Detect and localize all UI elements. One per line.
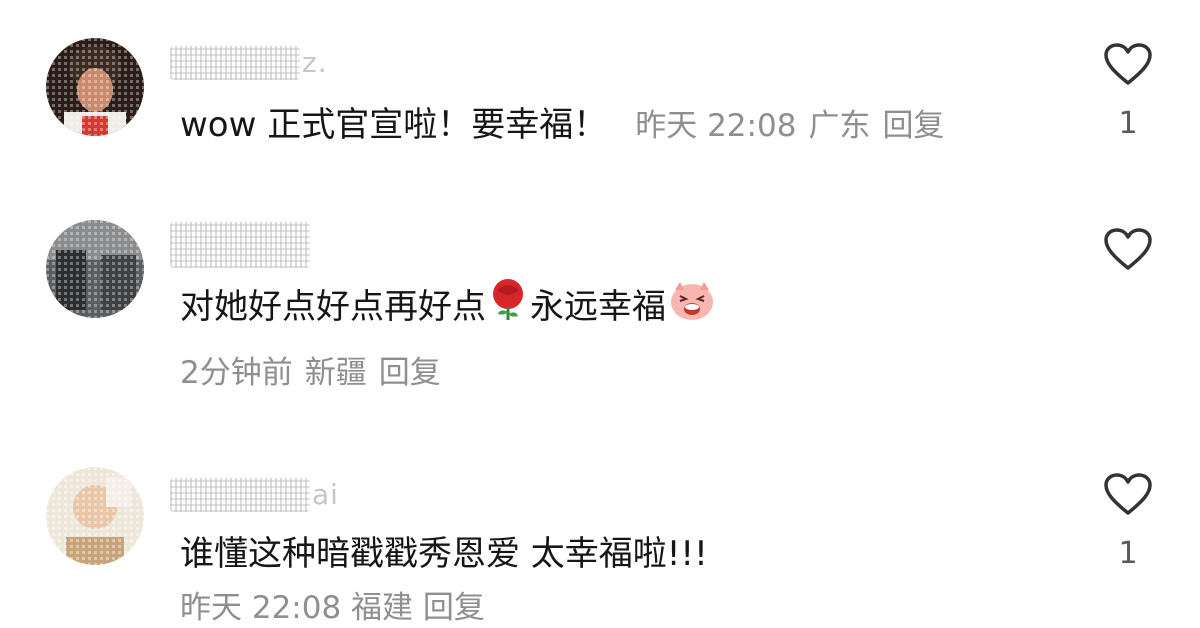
pig-laugh-emoji bbox=[668, 278, 716, 333]
username-redacted bbox=[170, 222, 310, 268]
reply-button[interactable]: 回复 bbox=[882, 108, 944, 144]
username-redacted bbox=[170, 46, 300, 80]
avatar[interactable] bbox=[46, 38, 144, 136]
username-visible-tail: z. bbox=[302, 46, 328, 79]
comment-location: 广东 bbox=[808, 108, 871, 144]
like-button[interactable] bbox=[1098, 227, 1158, 271]
comment-meta: 2分钟前 新疆 回复 bbox=[180, 353, 453, 393]
comment-text: 谁懂这种暗戳戳秀恩爱 太幸福啦!!! bbox=[180, 532, 708, 576]
username-redacted bbox=[170, 478, 310, 512]
comment-time: 昨天 22:08 bbox=[635, 108, 797, 144]
rose-emoji bbox=[488, 278, 528, 333]
comment-meta: 昨天 22:08 广东 回复 bbox=[635, 108, 956, 144]
comment-meta-partial: 昨天 22:08 福建 回复 bbox=[180, 590, 485, 626]
like-button[interactable]: 1 bbox=[1098, 472, 1158, 572]
like-count: 1 bbox=[1118, 536, 1138, 571]
avatar[interactable] bbox=[46, 467, 144, 565]
comment-body-part: 永远幸福 bbox=[530, 287, 666, 327]
like-button[interactable]: 1 bbox=[1098, 42, 1158, 142]
like-count: 1 bbox=[1118, 106, 1138, 141]
comment-time: 2分钟前 bbox=[180, 355, 293, 391]
heart-outline-icon bbox=[1104, 228, 1152, 270]
comment-body-part: 对她好点好点再好点 bbox=[180, 287, 486, 327]
comment-location: 新疆 bbox=[304, 355, 367, 391]
avatar[interactable] bbox=[46, 220, 144, 318]
reply-button[interactable]: 回复 bbox=[379, 355, 441, 391]
username[interactable] bbox=[170, 222, 310, 268]
username[interactable]: z. bbox=[170, 44, 328, 80]
comment-text: wow 正式官宣啦！要幸福！ 昨天 22:08 广东 回复 bbox=[180, 103, 956, 148]
username-visible-tail: ai bbox=[312, 478, 339, 511]
username[interactable]: ai bbox=[170, 476, 339, 512]
heart-outline-icon bbox=[1104, 43, 1152, 85]
comment-body: wow 正式官宣啦！要幸福！ bbox=[180, 105, 608, 145]
comment-body: 谁懂这种暗戳戳秀恩爱 太幸福啦!!! bbox=[180, 534, 708, 574]
comment-text: 对她好点好点再好点 永远幸福 bbox=[180, 279, 718, 333]
heart-outline-icon bbox=[1104, 473, 1152, 515]
